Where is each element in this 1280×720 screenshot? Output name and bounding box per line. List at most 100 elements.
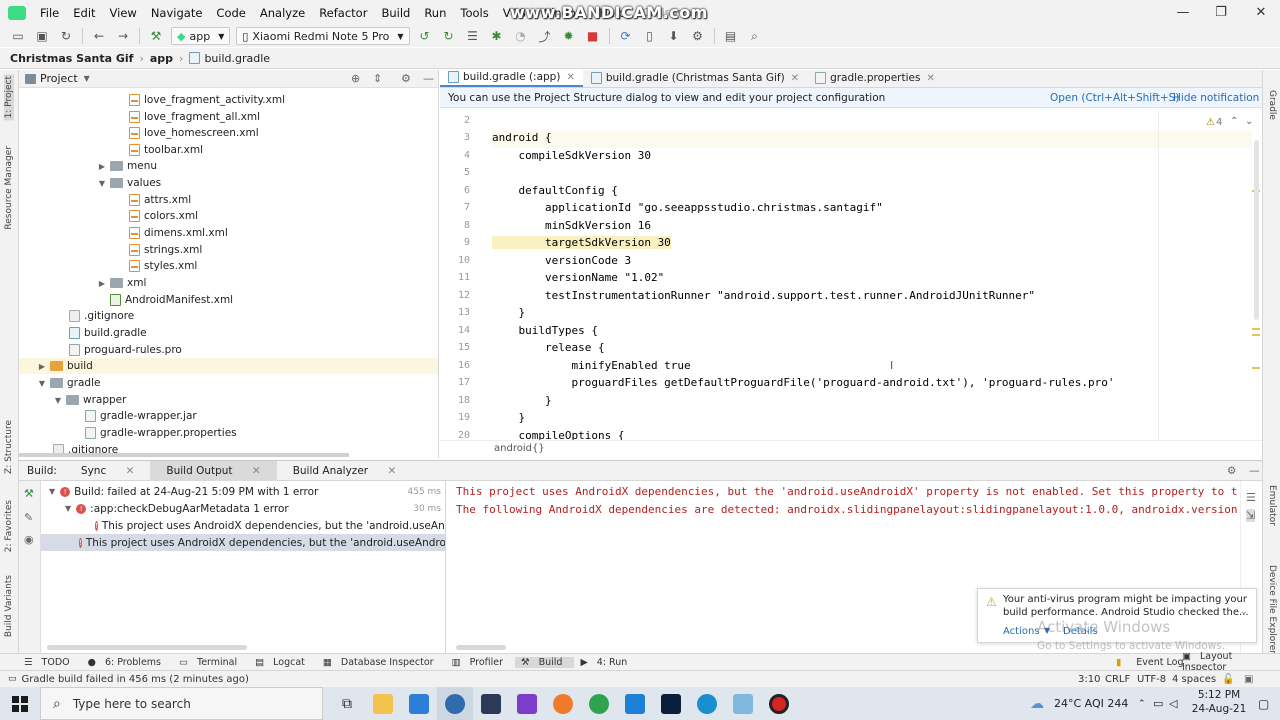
project-tool-tab[interactable]: 1: Project (4, 74, 14, 121)
attach-debugger-icon[interactable]: ⤴ (537, 28, 553, 44)
logcat-tab[interactable]: ▤ Logcat (249, 657, 317, 668)
layout-inspector-icon[interactable]: ⚙ (690, 28, 706, 44)
menu-analyze[interactable]: Analyze (253, 6, 312, 20)
tree-folder[interactable]: ▼ gradle (37, 375, 101, 391)
menu-tools[interactable]: Tools (453, 6, 495, 20)
breadcrumb-file[interactable]: build.gradle (204, 52, 270, 65)
network-icon[interactable]: ▭ (1153, 697, 1163, 710)
avd-manager-icon[interactable]: ▯ (642, 28, 658, 44)
sync-icon[interactable]: ↻ (58, 28, 74, 44)
stop-icon[interactable]: ■ (585, 28, 601, 44)
menu-run[interactable]: Run (417, 6, 453, 20)
app-icon[interactable] (473, 687, 509, 720)
clock-time[interactable]: 5:12 PM (1189, 689, 1249, 701)
caret-position[interactable]: 3:10 (1078, 674, 1100, 685)
close-tab-icon[interactable]: ✕ (118, 465, 143, 477)
chevron-down-icon[interactable]: ⌄ (1245, 116, 1253, 127)
tree-item[interactable]: toolbar.xml (129, 142, 203, 158)
tree-item[interactable]: attrs.xml (129, 192, 191, 208)
emulator-tab[interactable]: Emulator (1267, 485, 1277, 526)
structure-tab[interactable]: Z: Structure (4, 420, 14, 474)
menu-view[interactable]: View (103, 6, 144, 20)
task-view-icon[interactable]: ⧉ (329, 687, 365, 720)
warning-marker[interactable] (1252, 328, 1260, 330)
menu-file[interactable]: File (33, 6, 66, 20)
tab-build-gradle-app[interactable]: build.gradle (:app) ✕ (440, 69, 583, 87)
menu-refactor[interactable]: Refactor (312, 6, 374, 20)
open-project-structure-link[interactable]: Open (Ctrl+Alt+Shift+S) (1050, 92, 1179, 104)
breadcrumb-project[interactable]: Christmas Santa Gif (10, 52, 133, 65)
hammer-icon[interactable]: ⚒ (24, 487, 34, 500)
profiler-tab[interactable]: ▥ Profiler (446, 657, 515, 668)
scroll-to-end-icon[interactable]: ⇲ (1246, 509, 1256, 522)
actions-link[interactable]: Actions (1003, 626, 1040, 637)
tree-folder[interactable]: ▶ xml (97, 275, 146, 291)
chevron-down-icon[interactable]: ▼ (53, 396, 63, 405)
tree-item[interactable]: gradle-wrapper.properties (85, 425, 237, 441)
tree-item[interactable]: love_fragment_activity.xml (129, 92, 285, 108)
apply-changes-icon[interactable]: ↻ (441, 28, 457, 44)
chevron-right-icon[interactable]: ▶ (37, 362, 47, 371)
hide-panel-icon[interactable]: — (423, 72, 434, 85)
tree-folder[interactable]: ▶ build (19, 358, 438, 374)
chrome-icon[interactable] (581, 687, 617, 720)
save-icon[interactable]: ▣ (34, 28, 50, 44)
run-config-icon[interactable]: ☰ (465, 28, 481, 44)
todo-tab[interactable]: ☰ TODO (18, 657, 82, 668)
build-tree-row[interactable]: ! This project uses AndroidX dependencies… (95, 517, 445, 534)
tree-folder[interactable]: ▶ menu (97, 158, 157, 174)
sdk-manager-icon[interactable]: ⬇ (666, 28, 682, 44)
tree-item[interactable]: love_fragment_all.xml (129, 109, 260, 125)
status-message[interactable]: Gradle build failed in 456 ms (2 minutes… (22, 674, 249, 685)
tree-item[interactable]: styles.xml (129, 258, 197, 274)
menu-build[interactable]: Build (374, 6, 417, 20)
horizontal-scrollbar[interactable] (19, 453, 349, 457)
close-tab-icon[interactable]: ✕ (791, 73, 799, 84)
back-icon[interactable]: ← (91, 28, 107, 44)
locate-icon[interactable]: ⊕ (351, 72, 360, 85)
debug-bug-icon[interactable]: ✹ (561, 28, 577, 44)
volume-icon[interactable]: ◁ (1169, 697, 1177, 710)
chevron-down-icon[interactable]: ▼ (49, 487, 55, 496)
code-breadcrumb-label[interactable]: android{} (494, 443, 545, 454)
horizontal-scrollbar[interactable] (456, 645, 506, 650)
clock-date[interactable]: 24-Aug-21 (1189, 703, 1249, 715)
gradle-tab[interactable]: Gradle (1267, 90, 1277, 120)
tab-gradle-properties[interactable]: gradle.properties ✕ (807, 69, 943, 87)
bandicam-icon[interactable] (761, 687, 797, 720)
vertical-scrollbar[interactable] (1254, 140, 1259, 320)
hide-notification-link[interactable]: Hide notification (1173, 92, 1259, 104)
tree-item[interactable]: colors.xml (129, 208, 198, 224)
tree-folder[interactable]: ▼ values (97, 175, 161, 191)
hammer-icon[interactable]: ⚒ (148, 28, 164, 44)
profile-icon[interactable]: ◔ (513, 28, 529, 44)
tab-build-gradle-project[interactable]: build.gradle (Christmas Santa Gif) ✕ (583, 69, 807, 87)
start-button[interactable] (0, 687, 40, 720)
warning-marker[interactable] (1252, 367, 1260, 369)
eye-icon[interactable]: ◉ (24, 533, 34, 546)
indent-setting[interactable]: 4 spaces (1172, 674, 1216, 685)
onenote-icon[interactable] (509, 687, 545, 720)
device-selector[interactable]: ▯ Xiaomi Redmi Note 5 Pro ▼ (236, 27, 410, 45)
soft-wrap-icon[interactable]: ☰ (1246, 491, 1256, 504)
vscode-icon[interactable] (617, 687, 653, 720)
line-separator[interactable]: CRLF (1105, 674, 1130, 685)
tree-item[interactable]: love_homescreen.xml (129, 125, 259, 141)
build-tree-row-selected[interactable]: ! This project uses AndroidX dependencies… (41, 534, 445, 551)
sync-gradle-icon[interactable]: ⟳ (618, 28, 634, 44)
database-inspector-tab[interactable]: ▦ Database Inspector (317, 657, 446, 668)
tree-item[interactable]: build.gradle (69, 325, 147, 341)
project-structure-icon[interactable]: ▤ (723, 28, 739, 44)
close-tab-icon[interactable]: ✕ (244, 465, 269, 477)
close-icon[interactable]: ✕ (1238, 0, 1280, 25)
resource-manager-tab[interactable]: Resource Manager (4, 146, 14, 230)
menu-code[interactable]: Code (209, 6, 252, 20)
photoshop-icon[interactable] (653, 687, 689, 720)
problems-tab[interactable]: ● 6: Problems (82, 657, 173, 668)
tree-item[interactable]: .gitignore (69, 308, 134, 324)
app-icon[interactable] (725, 687, 761, 720)
taskbar-search[interactable]: ⌕ Type here to search (40, 687, 323, 720)
warning-marker[interactable] (1252, 334, 1260, 336)
firefox-icon[interactable] (545, 687, 581, 720)
android-studio-taskbar-icon[interactable] (437, 687, 473, 720)
